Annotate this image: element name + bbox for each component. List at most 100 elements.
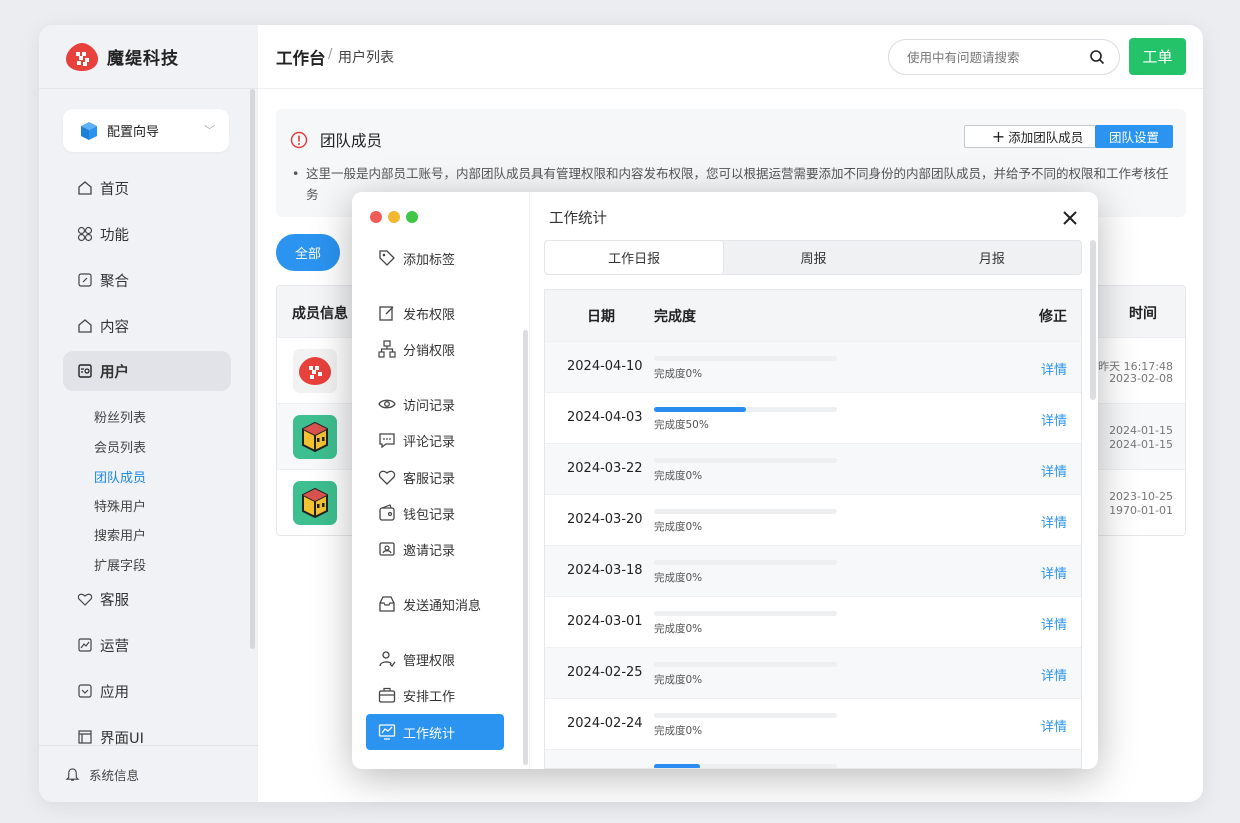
grid-icon [77, 226, 93, 242]
details-link[interactable]: 详情 [1041, 563, 1067, 582]
top-bar: 工作台 / 用户列表 工单 [258, 25, 1203, 89]
table-row[interactable]: 2024-02-25 完成度0% 详情 [545, 647, 1081, 698]
window-controls [370, 211, 418, 223]
menu-scrollbar[interactable] [523, 330, 528, 765]
sidebar-item-features[interactable]: 功能 [63, 214, 231, 254]
progress-label: 完成度0% [654, 674, 703, 686]
details-link[interactable]: 详情 [1041, 512, 1067, 531]
monitor-icon [378, 724, 396, 740]
subnav-extended-fields[interactable]: 扩展字段 [94, 555, 146, 574]
subnav-members[interactable]: 会员列表 [94, 437, 146, 456]
details-link[interactable]: 详情 [1041, 410, 1067, 429]
menu-label: 安排工作 [403, 689, 456, 705]
bell-icon [65, 767, 80, 781]
add-team-member-button[interactable]: + 添加团队成员 [964, 125, 1111, 148]
sidebar-scrollbar[interactable] [250, 89, 255, 649]
team-settings-button[interactable]: 团队设置 [1095, 125, 1173, 148]
sidebar-item-apps[interactable]: 应用 [63, 671, 231, 711]
minimize-dot[interactable] [388, 211, 400, 223]
system-info-link[interactable]: 系统信息 [39, 745, 258, 802]
layout-icon [78, 730, 92, 744]
aggregate-icon [78, 273, 92, 287]
table-row[interactable]: 2024-03-22 完成度0% 详情 [545, 443, 1081, 494]
menu-label: 发布权限 [403, 307, 456, 323]
table-row[interactable]: 2024-04-10 完成度0% 详情 [545, 341, 1081, 392]
robot-avatar-icon [302, 487, 328, 519]
report-tabs: 工作日报 周报 月报 [544, 240, 1082, 275]
brand-logo[interactable]: 魔缇科技 [39, 25, 258, 89]
subnav-fans[interactable]: 粉丝列表 [94, 407, 146, 426]
sidebar-item-users[interactable]: 用户 [63, 351, 231, 391]
search-input[interactable] [907, 49, 1077, 65]
sidebar: 魔缇科技 配置向导 ﹀ 首页 功能 聚合 内容 用户 粉丝列表 会员列表 团队成… [39, 25, 258, 802]
details-link[interactable]: 详情 [1041, 614, 1067, 633]
menu-service-records[interactable]: 客服记录 [366, 459, 504, 495]
table-row[interactable]: 2024-02-24 完成度0% 详情 [545, 698, 1081, 749]
details-link[interactable]: 详情 [1041, 716, 1067, 735]
details-link[interactable]: 详情 [1041, 461, 1067, 480]
sidebar-item-home[interactable]: 首页 [63, 168, 231, 208]
search-box[interactable] [888, 39, 1120, 75]
row-time-primary: 2024-01-15 [1109, 424, 1173, 437]
menu-publish-permission[interactable]: 发布权限 [366, 295, 504, 331]
add-team-member-label: 添加团队成员 [1008, 130, 1084, 145]
subnav-search-users[interactable]: 搜索用户 [94, 525, 146, 544]
menu-schedule-work[interactable]: 安排工作 [366, 677, 504, 713]
modal-scrollbar[interactable] [1090, 240, 1096, 400]
details-link[interactable]: 详情 [1041, 665, 1067, 684]
subnav-team-members[interactable]: 团队成员 [94, 467, 146, 486]
menu-wallet-records[interactable]: 钱包记录 [366, 495, 504, 531]
sidebar-item-service[interactable]: 客服 [63, 579, 231, 619]
robot-avatar-icon [302, 421, 328, 453]
heart-icon [378, 470, 396, 485]
table-row[interactable]: 2024-04-03 完成度50% 详情 [545, 392, 1081, 443]
table-row[interactable]: 2024-03-01 完成度0% 详情 [545, 596, 1081, 647]
menu-admin-permission[interactable]: 管理权限 [366, 641, 504, 677]
daily-report-table: 日期 完成度 修正 2024-04-10 完成度0% 详情 2024-04-03 完成度… [544, 289, 1082, 769]
work-stats-modal: 添加标签 发布权限 分销权限 访问记录 评论记录 客服记录 钱包记录 邀请记录 [352, 192, 1098, 769]
menu-add-tag[interactable]: 添加标签 [366, 240, 504, 276]
sidebar-item-label: 客服 [100, 592, 129, 609]
row-date: 2024-03-22 [567, 461, 643, 476]
progress-label: 完成度0% [654, 368, 703, 380]
sidebar-item-operations[interactable]: 运营 [63, 625, 231, 665]
comment-icon [379, 433, 395, 449]
table-row[interactable]: 2024-03-20 完成度0% 详情 [545, 494, 1081, 545]
menu-distribution-permission[interactable]: 分销权限 [366, 331, 504, 367]
menu-visit-records[interactable]: 访问记录 [366, 386, 504, 422]
briefcase-icon [378, 687, 396, 703]
inbox-icon [379, 596, 395, 612]
sidebar-item-label: 首页 [100, 181, 129, 198]
row-date: 2024-03-01 [567, 614, 643, 629]
breadcrumb-root[interactable]: 工作台 [276, 45, 326, 69]
menu-send-notification[interactable]: 发送通知消息 [366, 586, 504, 622]
maximize-dot[interactable] [406, 211, 418, 223]
menu-label: 客服记录 [403, 471, 456, 487]
subnav-special-users[interactable]: 特殊用户 [94, 496, 146, 515]
table-row[interactable] [545, 749, 1081, 768]
config-wizard-label: 配置向导 [107, 125, 160, 140]
search-icon[interactable] [1089, 49, 1105, 65]
details-link[interactable]: 详情 [1041, 359, 1067, 378]
tab-monthly[interactable]: 月报 [903, 241, 1081, 274]
menu-invite-records[interactable]: 邀请记录 [366, 531, 504, 567]
breadcrumb-current: 用户列表 [338, 50, 394, 66]
wallet-icon [379, 504, 395, 521]
tab-daily[interactable]: 工作日报 [545, 241, 725, 274]
menu-work-stats[interactable]: 工作统计 [366, 714, 504, 750]
ticket-button[interactable]: 工单 [1129, 38, 1186, 75]
sidebar-item-content[interactable]: 内容 [63, 306, 231, 346]
sidebar-item-aggregate[interactable]: 聚合 [63, 260, 231, 300]
daily-table-header: 日期 完成度 修正 [545, 290, 1081, 341]
modal-title: 工作统计 [549, 211, 607, 227]
tab-weekly[interactable]: 周报 [724, 241, 902, 274]
config-wizard-select[interactable]: 配置向导 ﹀ [63, 109, 229, 152]
close-dot[interactable] [370, 211, 382, 223]
table-row[interactable]: 2024-03-18 完成度0% 详情 [545, 545, 1081, 596]
filter-all-button[interactable]: 全部 [276, 234, 340, 271]
progress-bar [654, 509, 837, 514]
app-icon [78, 684, 92, 698]
menu-label: 分销权限 [403, 343, 456, 359]
close-icon[interactable] [1062, 210, 1078, 226]
menu-comment-records[interactable]: 评论记录 [366, 422, 504, 458]
